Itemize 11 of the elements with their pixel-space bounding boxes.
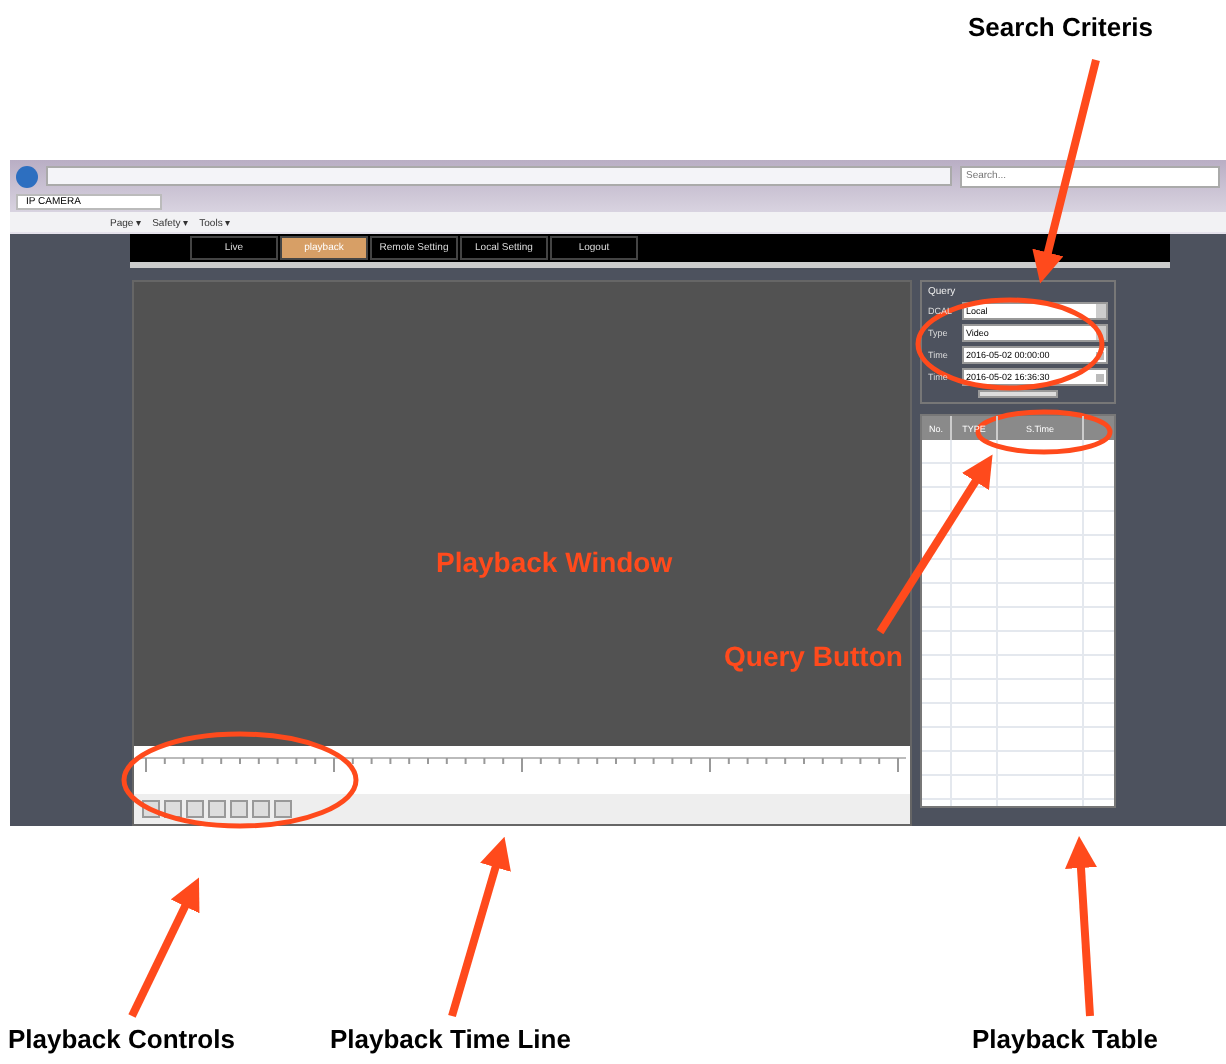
address-bar[interactable] xyxy=(46,166,952,186)
annotation-label: Search Criteris xyxy=(968,12,1153,42)
query-button[interactable] xyxy=(978,390,1058,398)
annotation-label: Playback Controls xyxy=(8,1024,235,1054)
arrow xyxy=(128,877,200,1018)
annotation-label: Playback Window xyxy=(436,546,673,578)
timeline[interactable] xyxy=(134,746,910,794)
annotation-label: Playback Time Line xyxy=(330,1024,571,1054)
annotation-label: Playback Table xyxy=(972,1024,1158,1054)
back-button-icon[interactable] xyxy=(16,165,38,187)
annotation-label: Query Button xyxy=(724,640,903,672)
